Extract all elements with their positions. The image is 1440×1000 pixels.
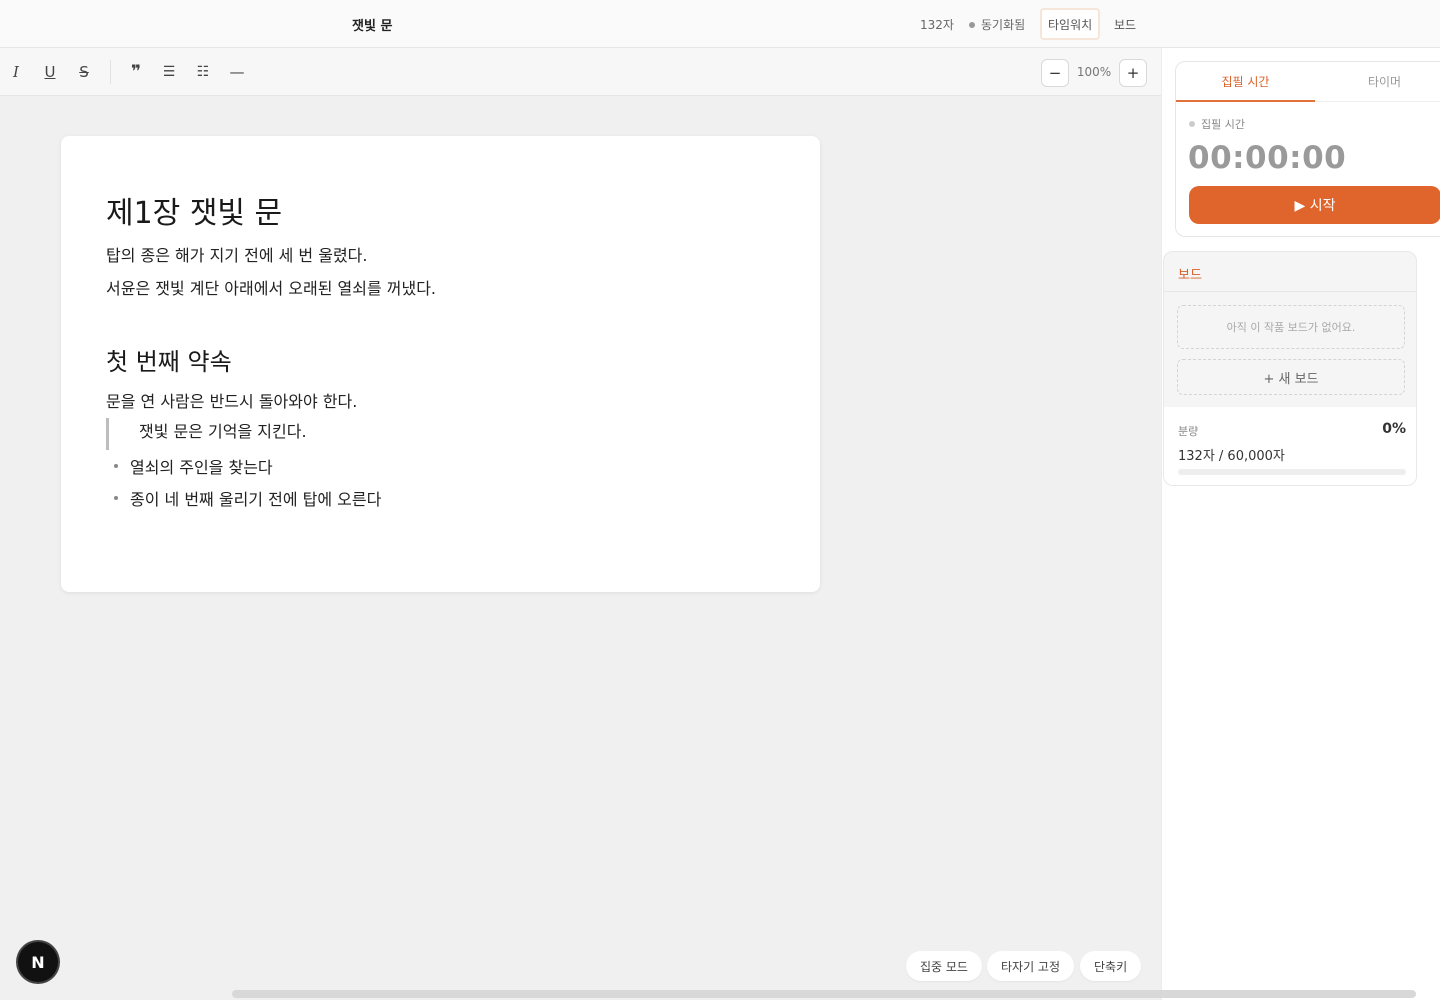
shortcuts-button[interactable]: 단축키 (1080, 951, 1142, 981)
numbered-list-icon[interactable]: ☷ (191, 60, 215, 84)
bullet-icon (114, 496, 118, 500)
strikethrough-button[interactable]: S (72, 60, 96, 84)
focus-time-label-text: 집필 시간 (1201, 118, 1245, 131)
board-empty-state: 아직 이 작품 보드가 없어요. (1177, 305, 1405, 349)
section-heading[interactable]: 첫 번째 약속 (106, 342, 232, 377)
format-toolbar: I U S ❞ ☰ ☷ — (0, 48, 1161, 96)
paragraph[interactable]: 문을 연 사람은 반드시 돌아와야 한다. (106, 388, 357, 412)
top-bar: 잿빛 문 132자 동기화됨 타임워치 보드 (0, 0, 1440, 48)
horizontal-rule-icon[interactable]: — (225, 60, 249, 84)
zoom-out-button[interactable]: − (1041, 59, 1069, 87)
bullet-list-icon[interactable]: ☰ (157, 60, 181, 84)
volume-progress-bar (1178, 469, 1406, 475)
typewriter-lock-button[interactable]: 타자기 고정 (987, 951, 1075, 981)
board-card: 보드 아직 이 작품 보드가 없어요. + 새 보드 분량 0% 132자 / … (1163, 251, 1417, 486)
char-count: 132자 (920, 18, 954, 32)
board-header: 보드 (1164, 252, 1416, 292)
zoom-in-button[interactable]: + (1119, 59, 1147, 87)
paragraph[interactable]: 탑의 종은 해가 지기 전에 세 번 울렸다. (106, 242, 368, 266)
zoom-level: 100% (1076, 65, 1112, 79)
sync-status-dot-icon (969, 21, 975, 28)
right-sidebar: 집필 시간 타이머 집필 시간 00:00:00 ▶ 시작 보드 아직 이 작품… (1161, 48, 1440, 1000)
list-item-text: 종이 네 번째 울리기 전에 탑에 오른다 (130, 490, 382, 509)
list-item[interactable]: 열쇠의 주인을 찾는다 (114, 454, 273, 478)
quote-icon[interactable]: ❞ (124, 60, 148, 84)
list-item[interactable]: 종이 네 번째 울리기 전에 탑에 오른다 (114, 486, 381, 510)
sync-status: 동기화됨 (969, 16, 1025, 33)
tab-board[interactable]: 보드 (1108, 8, 1142, 40)
underline-button[interactable]: U (38, 60, 62, 84)
focus-time-label: 집필 시간 (1189, 116, 1245, 132)
sync-status-label: 동기화됨 (981, 18, 1026, 32)
tab-timer[interactable]: 타이머 (1315, 62, 1440, 102)
editor-page[interactable]: 제1장 잿빛 문 탑의 종은 해가 지기 전에 세 번 울렸다. 서윤은 잿빛 … (61, 136, 820, 592)
tab-stopwatch[interactable]: 타임워치 (1040, 8, 1101, 40)
chapter-heading[interactable]: 제1장 잿빛 문 (106, 188, 282, 232)
bullet-icon (114, 464, 118, 468)
blockquote[interactable]: 잿빛 문은 기억을 지킨다. (106, 418, 307, 450)
tab-focus-time[interactable]: 집필 시간 (1176, 62, 1315, 102)
new-board-button[interactable]: + 새 보드 (1177, 359, 1405, 395)
volume-percent: 0% (1382, 421, 1406, 437)
focus-mode-button[interactable]: 집중 모드 (906, 951, 982, 981)
elapsed-time: 00:00:00 (1188, 140, 1347, 176)
toolbar-divider (110, 60, 111, 84)
list-item-text: 열쇠의 주인을 찾는다 (130, 458, 273, 477)
start-button[interactable]: ▶ 시작 (1189, 186, 1440, 224)
italic-button[interactable]: I (4, 60, 28, 84)
status-dot-icon (1189, 121, 1195, 127)
volume-panel: 분량 0% 132자 / 60,000자 (1164, 407, 1416, 485)
n-badge-icon[interactable]: N (18, 942, 58, 982)
horizontal-scrollbar[interactable] (232, 990, 1416, 998)
board-title: 보드 (1178, 268, 1202, 283)
paragraph[interactable]: 서윤은 잿빛 계단 아래에서 오래된 열쇠를 꺼냈다. (106, 275, 436, 299)
document-title: 잿빛 문 (352, 19, 393, 34)
timer-card: 집필 시간 타이머 집필 시간 00:00:00 ▶ 시작 (1175, 61, 1440, 237)
volume-label: 분량 (1178, 425, 1199, 438)
volume-count: 132자 / 60,000자 (1178, 449, 1285, 464)
